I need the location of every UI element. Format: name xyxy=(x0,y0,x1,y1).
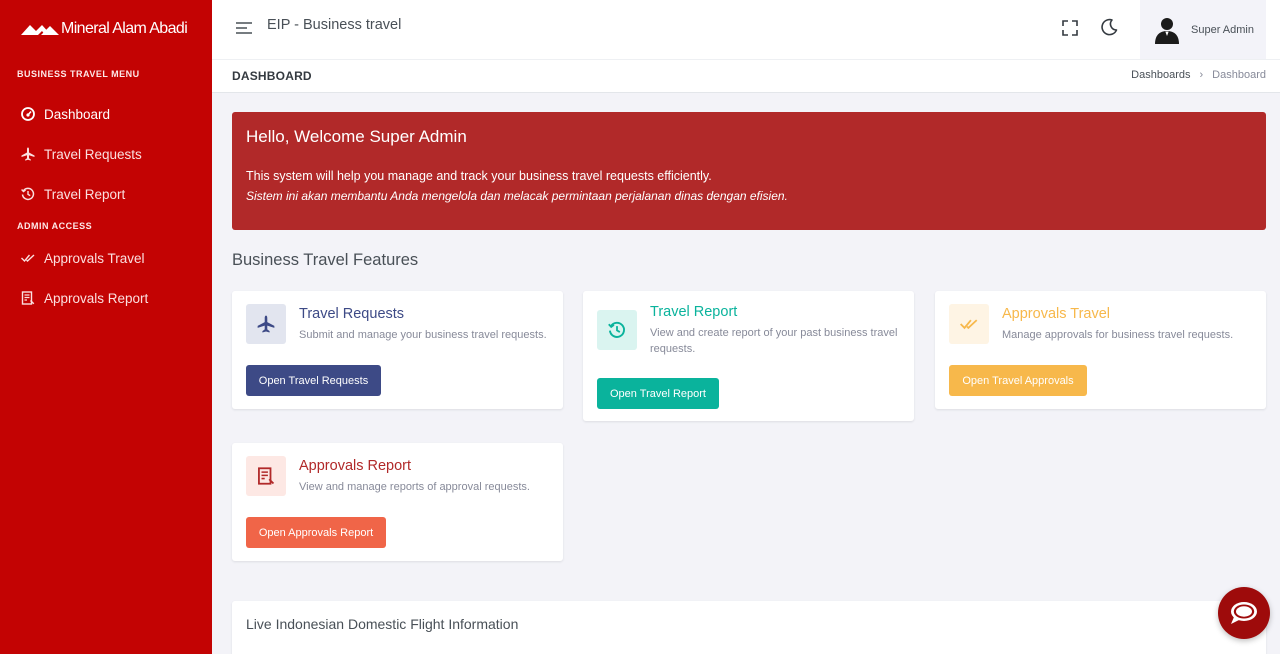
topbar: EIP - Business travel Super Admin xyxy=(212,0,1280,59)
menu-title-business-travel: BUSINESS TRAVEL MENU xyxy=(17,69,140,79)
menu-title-admin-access: ADMIN ACCESS xyxy=(17,221,93,231)
report-document-icon xyxy=(246,456,286,496)
sidebar-item-travel-requests[interactable]: Travel Requests xyxy=(0,134,212,174)
open-travel-report-button[interactable]: Open Travel Report xyxy=(597,378,719,409)
sidebar-item-label: Approvals Travel xyxy=(44,250,145,266)
sidebar-item-label: Dashboard xyxy=(44,106,111,122)
welcome-text: This system will help you manage and tra… xyxy=(246,169,712,183)
card-description: Manage approvals for business travel req… xyxy=(1002,329,1234,341)
sidebar-item-label: Travel Report xyxy=(44,186,126,202)
double-check-icon xyxy=(21,251,35,265)
breadcrumb-link-dashboards[interactable]: Dashboards xyxy=(1131,69,1190,81)
feature-card-approvals-travel: Approvals Travel Manage approvals for bu… xyxy=(935,291,1266,409)
card-title: Travel Requests xyxy=(299,306,405,322)
history-icon xyxy=(597,310,637,350)
welcome-text-indonesian: Sistem ini akan membantu Anda mengelola … xyxy=(246,189,788,203)
welcome-title: Hello, Welcome Super Admin xyxy=(246,127,467,146)
feature-card-travel-report: Travel Report View and create report of … xyxy=(583,291,914,421)
card-title: Approvals Report xyxy=(299,458,412,474)
chevron-right-icon: › xyxy=(1199,69,1204,81)
open-approvals-report-button[interactable]: Open Approvals Report xyxy=(246,517,386,548)
user-avatar-icon xyxy=(1155,17,1179,44)
flight-info-title: Live Indonesian Domestic Flight Informat… xyxy=(246,616,519,632)
card-description: View and manage reports of approval requ… xyxy=(299,481,530,493)
dashboard-gauge-icon xyxy=(21,107,35,121)
sidebar: Mineral Alam Abadi BUSINESS TRAVEL MENU … xyxy=(0,0,212,654)
dark-mode-moon-icon[interactable] xyxy=(1099,17,1119,37)
card-description: Submit and manage your business travel r… xyxy=(299,329,547,341)
open-travel-approvals-button[interactable]: Open Travel Approvals xyxy=(949,365,1087,396)
feature-card-approvals-report: Approvals Report View and manage reports… xyxy=(232,443,563,561)
breadcrumb: Dashboards › Dashboard xyxy=(1131,69,1266,81)
brand-name: Mineral Alam Abadi xyxy=(61,20,188,37)
airplane-icon xyxy=(21,147,35,161)
sidebar-item-approvals-travel[interactable]: Approvals Travel xyxy=(0,238,212,278)
card-description: View and create report of your past busi… xyxy=(650,327,898,355)
sidebar-item-dashboard[interactable]: Dashboard xyxy=(0,94,212,134)
user-name: Super Admin xyxy=(1191,23,1254,36)
open-travel-requests-button[interactable]: Open Travel Requests xyxy=(246,365,381,396)
brand-logo-icon xyxy=(21,25,59,35)
history-icon xyxy=(21,187,35,201)
chat-button[interactable] xyxy=(1218,587,1270,639)
features-section-title: Business Travel Features xyxy=(232,251,419,269)
fullscreen-icon[interactable] xyxy=(1060,18,1080,38)
card-title: Approvals Travel xyxy=(1002,306,1110,322)
app-title: EIP - Business travel xyxy=(267,17,402,33)
report-document-icon xyxy=(21,291,35,305)
card-title: Travel Report xyxy=(650,304,738,320)
sidebar-item-label: Travel Requests xyxy=(44,146,142,162)
page-title: DASHBOARD xyxy=(232,69,312,83)
hamburger-menu-icon[interactable] xyxy=(235,19,255,37)
double-check-icon xyxy=(949,304,989,344)
user-menu[interactable]: Super Admin xyxy=(1140,0,1266,59)
sidebar-item-travel-report[interactable]: Travel Report xyxy=(0,174,212,214)
brand[interactable]: Mineral Alam Abadi xyxy=(0,0,212,58)
feature-card-travel-requests: Travel Requests Submit and manage your b… xyxy=(232,291,563,409)
airplane-icon xyxy=(246,304,286,344)
chat-bubble-icon xyxy=(1231,602,1257,624)
sidebar-item-label: Approvals Report xyxy=(44,290,149,306)
page-title-bar: DASHBOARD Dashboards › Dashboard xyxy=(212,59,1280,93)
breadcrumb-current: Dashboard xyxy=(1212,69,1266,81)
flight-info-card: Live Indonesian Domestic Flight Informat… xyxy=(232,601,1266,654)
welcome-banner: Hello, Welcome Super Admin This system w… xyxy=(232,112,1266,230)
sidebar-item-approvals-report[interactable]: Approvals Report xyxy=(0,278,212,318)
